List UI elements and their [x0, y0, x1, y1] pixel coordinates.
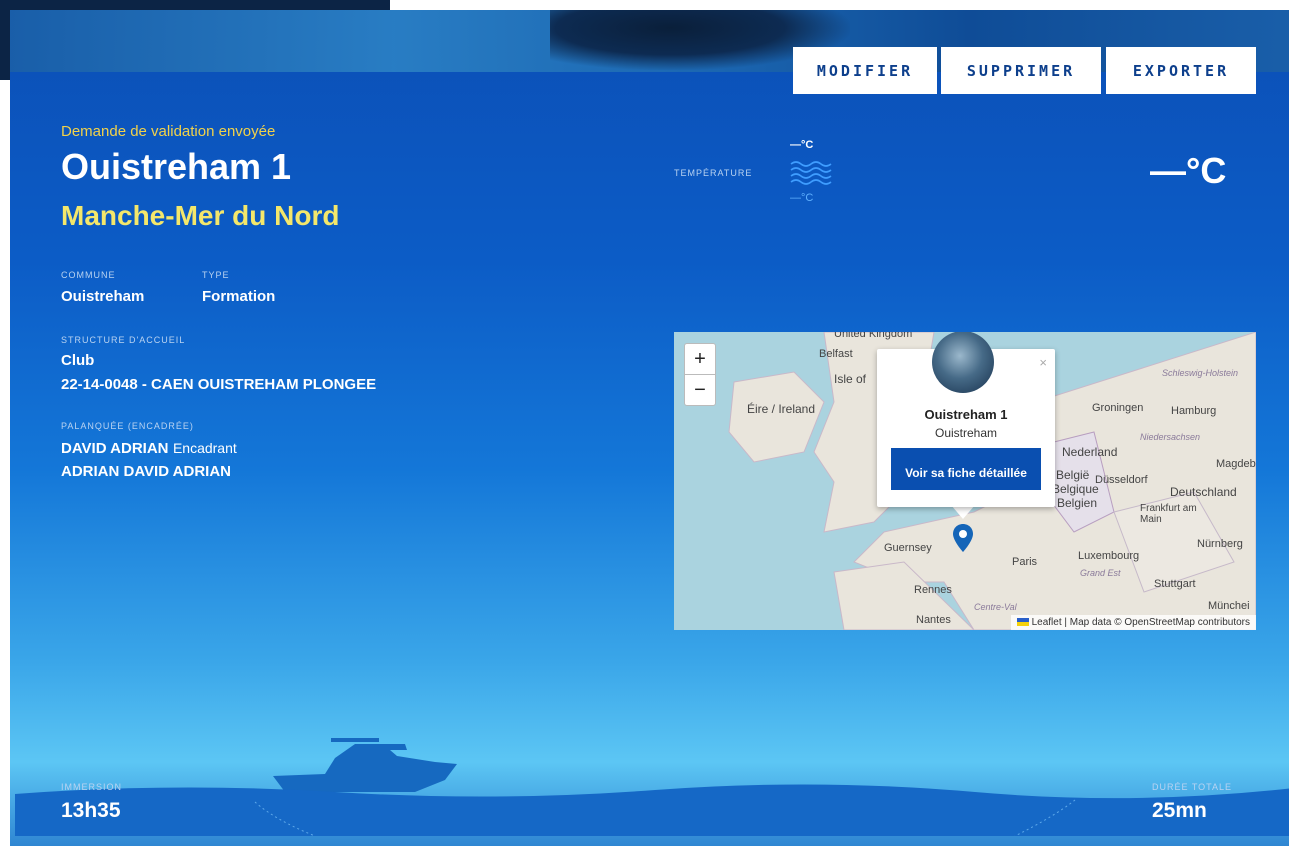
- popup-title: Ouistreham 1: [924, 407, 1008, 422]
- map-label: Grand Est: [1080, 568, 1121, 578]
- map-label: Groningen: [1092, 402, 1144, 414]
- map-label: Nederland: [1062, 445, 1118, 459]
- map-label: Guernsey: [884, 542, 932, 554]
- map-label: Stuttgart: [1154, 578, 1196, 590]
- map-label: United Kingdom: [834, 332, 913, 340]
- member-name: DAVID ADRIAN: [61, 440, 169, 457]
- palanquee-label: PALANQUÉE (ENCADRÉE): [61, 421, 194, 431]
- surface-temperature: —°C: [790, 139, 814, 151]
- left-dark-edge: [0, 0, 10, 80]
- modify-button[interactable]: MODIFIER: [793, 47, 937, 94]
- ukraine-flag-icon: [1016, 618, 1029, 627]
- view-details-button[interactable]: Voir sa fiche détaillée: [891, 448, 1041, 490]
- total-duration-value: 25mn: [1152, 799, 1207, 822]
- immersion-value: 13h35: [61, 799, 121, 822]
- popup-subtitle: Ouistreham: [934, 426, 998, 440]
- map-label: Frankfurt am Main: [1140, 503, 1197, 525]
- map-label: Isle of: [834, 372, 867, 386]
- export-button[interactable]: EXPORTER: [1106, 47, 1256, 94]
- dive-map[interactable]: United Kingdom Belfast Isle of Éire / Ir…: [674, 332, 1256, 630]
- delete-button[interactable]: SUPPRIMER: [941, 47, 1101, 94]
- map-label: Luxembourg: [1078, 550, 1140, 562]
- map-label: Rennes: [914, 584, 952, 596]
- map-marker-icon[interactable]: [952, 523, 974, 553]
- popup-close-button[interactable]: ×: [1039, 355, 1047, 370]
- member-role: Encadrant: [172, 440, 237, 456]
- map-label: Nürnberg: [1197, 538, 1243, 550]
- map-label: Niedersachsen: [1140, 432, 1201, 442]
- palanquee-member: DAVID ADRIAN Encadrant: [61, 440, 237, 458]
- top-dark-margin: [0, 0, 390, 10]
- map-label: België: [1056, 468, 1090, 482]
- map-label: Belgique: [1052, 482, 1099, 496]
- main-temperature: —°C: [1150, 150, 1227, 191]
- commune-label: COMMUNE: [61, 270, 116, 280]
- map-label: Paris: [1012, 556, 1038, 568]
- map-popup: × Ouistreham 1 Ouistreham Voir sa fiche …: [877, 332, 1055, 507]
- dive-site-avatar: [932, 332, 994, 393]
- validation-status: Demande de validation envoyée: [61, 123, 276, 140]
- map-attribution: Leaflet | Map data © OpenStreetMap contr…: [1010, 615, 1256, 630]
- map-label: Hamburg: [1171, 405, 1217, 417]
- bottom-temperature: —°C: [790, 192, 814, 204]
- commune-value: Ouistreham: [61, 288, 145, 305]
- palanquee-member: ADRIAN DAVID ADRIAN: [61, 463, 231, 481]
- map-label: Deutschland: [1170, 485, 1237, 499]
- map-label: Schleswig-Holstein: [1162, 368, 1239, 378]
- popup-tip: [951, 505, 975, 519]
- temperature-label: TEMPÉRATURE: [674, 168, 753, 178]
- map-label: Belfast: [819, 348, 853, 360]
- dive-title: Ouistreham 1: [61, 146, 292, 187]
- dive-region: Manche-Mer du Nord: [61, 200, 340, 231]
- structure-name: 22-14-0048 - CAEN OUISTREHAM PLONGEE: [61, 376, 377, 393]
- type-value: Formation: [202, 288, 276, 305]
- top-white-margin: [390, 0, 1289, 10]
- waves-icon: [790, 161, 832, 185]
- structure-label: STRUCTURE D'ACCUEIL: [61, 335, 186, 345]
- immersion-label: IMMERSION: [61, 782, 123, 792]
- type-label: TYPE: [202, 270, 230, 280]
- map-label: Centre-Val: [974, 602, 1017, 612]
- member-name: ADRIAN DAVID ADRIAN: [61, 463, 231, 480]
- sea-surface: [15, 784, 1289, 836]
- zoom-in-button[interactable]: +: [684, 343, 716, 375]
- map-label: Belgien: [1057, 496, 1098, 510]
- attribution-text[interactable]: Leaflet | Map data © OpenStreetMap contr…: [1032, 617, 1250, 628]
- map-label: Münchei: [1208, 600, 1250, 612]
- total-duration-label: DURÉE TOTALE: [1152, 782, 1233, 792]
- map-label: Éire / Ireland: [747, 402, 816, 416]
- map-label: Nantes: [916, 614, 951, 626]
- zoom-out-button[interactable]: −: [684, 374, 716, 406]
- map-label: Düsseldorf: [1095, 474, 1148, 486]
- map-label: Magdebur: [1216, 458, 1256, 470]
- structure-type: Club: [61, 352, 95, 369]
